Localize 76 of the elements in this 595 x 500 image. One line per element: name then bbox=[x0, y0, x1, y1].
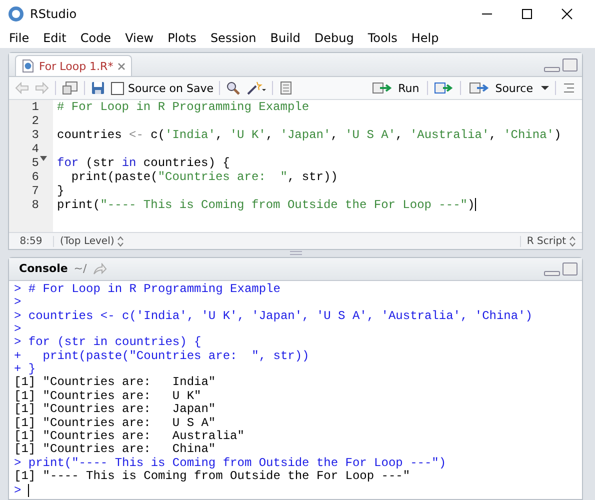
console-line: > for (str in countries) { bbox=[14, 336, 202, 350]
file-tab[interactable]: For Loop 1.R* bbox=[15, 55, 132, 76]
popout-window-icon bbox=[62, 81, 78, 95]
window-title: RStudio bbox=[30, 7, 78, 21]
code-line: print(paste("Countries are: ", str)) bbox=[70, 170, 338, 184]
console-line: [1] "Countries are: China" bbox=[14, 443, 217, 457]
fold-caret-icon[interactable] bbox=[40, 156, 47, 161]
maximize-pane-icon bbox=[562, 58, 578, 72]
r-file-icon bbox=[22, 59, 34, 73]
menu-item[interactable]: Session bbox=[203, 31, 264, 45]
updown-icon bbox=[117, 236, 124, 246]
line-number: 2 bbox=[32, 114, 39, 128]
minimize-pane-icon bbox=[544, 270, 560, 276]
code-line: countries <- c('India', 'U K', 'Japan', 'U S A', 'Australia', 'China') bbox=[57, 128, 562, 142]
menu-item[interactable]: File bbox=[2, 31, 36, 45]
menu-item[interactable]: Code bbox=[73, 31, 118, 45]
console-line: > bbox=[14, 296, 22, 310]
notebook-icon bbox=[279, 81, 294, 95]
cursor-position: 8:59 bbox=[9, 236, 54, 246]
line-number: 1 bbox=[32, 100, 39, 114]
console-line: [1] "Countries are: Australia" bbox=[14, 430, 246, 444]
menu-item[interactable]: Tools bbox=[360, 31, 404, 45]
console-line: > bbox=[14, 322, 22, 336]
splitter-handle-icon bbox=[290, 251, 302, 256]
app-logo-icon bbox=[8, 6, 24, 22]
menu-item[interactable]: View bbox=[118, 31, 161, 45]
code-line: } bbox=[57, 184, 64, 198]
back-arrow-icon bbox=[15, 82, 29, 94]
source-on-save-checkbox[interactable]: Source on Save bbox=[111, 82, 214, 94]
console-line: > # For Loop in R Programming Example bbox=[14, 282, 282, 296]
console-line: [1] "---- This is Coming from Outside the For Loop ---" bbox=[14, 470, 412, 484]
working-directory: ~/ bbox=[74, 262, 87, 276]
console-line: + print(paste("Countries are: ", str)) bbox=[14, 350, 310, 363]
console-line: + } bbox=[14, 363, 37, 376]
maximize-icon bbox=[521, 8, 533, 20]
minimize-pane-icon bbox=[544, 66, 560, 72]
search-icon bbox=[226, 81, 240, 95]
console-line: > print("---- This is Coming from Outside the For Loop ---") bbox=[14, 456, 448, 470]
console-line: [1] "Countries are: Japan" bbox=[14, 403, 217, 417]
line-number: 7 bbox=[32, 184, 39, 198]
console-line: [1] "Countries are: U S A" bbox=[14, 416, 217, 430]
code-line: # For Loop in R Programming Example bbox=[57, 100, 310, 114]
run-arrow-icon bbox=[372, 82, 394, 94]
line-number: 6 bbox=[32, 170, 39, 184]
menu-item[interactable]: Help bbox=[404, 31, 446, 45]
code-line: for (str in countries) { bbox=[57, 156, 230, 170]
line-number: 5 bbox=[32, 156, 39, 170]
source-arrow-icon bbox=[469, 82, 492, 94]
menu-item[interactable]: Plots bbox=[160, 31, 204, 45]
close-tab-icon[interactable] bbox=[118, 62, 126, 70]
maximize-pane-icon bbox=[562, 262, 578, 276]
forward-arrow-icon bbox=[35, 82, 49, 94]
code-line: print("---- This is Coming from Outside the For Loop ---") bbox=[57, 198, 475, 212]
source-button[interactable]: Source bbox=[467, 82, 535, 94]
updown-icon bbox=[569, 236, 576, 246]
console-line: > countries <- c('India', 'U K', 'Japan', 'U S A', 'Australia', 'China') bbox=[14, 310, 534, 323]
console-line: > bbox=[14, 484, 577, 497]
caret-icon bbox=[541, 85, 549, 91]
rerun-icon bbox=[434, 82, 454, 94]
scope-selector[interactable]: (Top Level) bbox=[60, 236, 114, 246]
console-title: Console bbox=[19, 262, 68, 276]
console-line: [1] "Countries are: India" bbox=[14, 376, 217, 390]
console-line: [1] "Countries are: U K" bbox=[14, 390, 202, 403]
share-arrow-icon bbox=[92, 262, 107, 275]
run-button[interactable]: Run bbox=[370, 82, 422, 94]
menu-item[interactable]: Debug bbox=[307, 31, 361, 45]
file-type-selector[interactable]: R Script bbox=[526, 236, 566, 246]
line-number: 8 bbox=[32, 198, 39, 212]
line-number: 4 bbox=[32, 142, 39, 156]
save-icon bbox=[91, 81, 105, 95]
line-number: 3 bbox=[32, 128, 39, 142]
outline-icon bbox=[562, 82, 576, 94]
magic-wand-icon bbox=[246, 81, 266, 95]
menu-item[interactable]: Build bbox=[263, 31, 308, 45]
menu-item[interactable]: Edit bbox=[36, 31, 74, 45]
close-icon bbox=[561, 8, 573, 20]
